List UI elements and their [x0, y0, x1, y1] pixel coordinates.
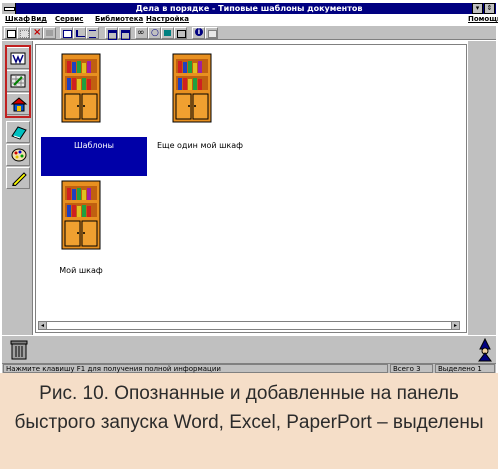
- bookcase-icon: [172, 53, 212, 123]
- minimize-button[interactable]: ▾: [472, 3, 483, 14]
- horizontal-scrollbar[interactable]: ◂ ▸: [38, 321, 460, 330]
- quick-launch-panel: [2, 41, 33, 335]
- search-tool[interactable]: ○: [148, 27, 161, 39]
- status-selected: Выделено 1: [435, 364, 495, 373]
- menu-cabinet[interactable]: Шкаф: [5, 14, 30, 25]
- quick-launch-notebook[interactable]: [6, 121, 30, 143]
- pen-icon: [12, 172, 27, 186]
- bottom-bar: [2, 335, 496, 363]
- cabinet-templates[interactable]: Шаблоны: [36, 53, 152, 163]
- figure-caption-box: Рис. 10. Опознанные и добавленные на пан…: [0, 373, 498, 469]
- cabinet-area: Шаблоны Еще один мой шкаф Мой шкаф ◂ ▸: [35, 44, 467, 333]
- split-window-tool[interactable]: [118, 27, 131, 40]
- palette-icon: [11, 148, 27, 162]
- bookcase-icon: [61, 53, 101, 123]
- export-tool[interactable]: [174, 27, 187, 39]
- binoculars-icon: ∞: [137, 28, 145, 38]
- delete-icon: ×: [33, 27, 42, 38]
- figure-caption: Рис. 10. Опознанные и добавленные на пан…: [14, 383, 484, 433]
- status-hint: Нажмите клавишу F1 для получения полной …: [3, 364, 388, 373]
- new-doc-tool[interactable]: [4, 27, 17, 39]
- menu-view[interactable]: Вид: [31, 14, 47, 25]
- tree-view-tool[interactable]: [73, 27, 86, 39]
- cabinet-view-tool[interactable]: [60, 27, 73, 39]
- cabinet-label: Мой шкаф: [59, 266, 103, 275]
- delete-tool[interactable]: ×: [30, 27, 43, 39]
- restore-button[interactable]: ⇕: [484, 3, 495, 14]
- window-title: Дела в порядке - Типовые шаблоны докумен…: [135, 4, 363, 13]
- cabinet-label: Еще один мой шкаф: [156, 141, 244, 150]
- list-view-tool[interactable]: [86, 27, 99, 39]
- wizard-icon[interactable]: [476, 338, 494, 362]
- scroll-right-arrow[interactable]: ▸: [451, 321, 460, 330]
- notebook-icon: [11, 126, 27, 140]
- info-icon: i: [195, 28, 203, 36]
- menu-library[interactable]: Библиотека: [95, 14, 143, 25]
- toolbar: × ∞ ○ i: [2, 25, 496, 40]
- quick-launch-pen[interactable]: [6, 167, 30, 189]
- status-bar: Нажмите клавишу F1 для получения полной …: [2, 363, 496, 373]
- image-tool[interactable]: [161, 27, 174, 39]
- trash-icon[interactable]: [10, 339, 28, 361]
- menu-service[interactable]: Сервис: [55, 14, 83, 25]
- highlight-frame: [5, 45, 31, 118]
- cabinet-another[interactable]: Еще один мой шкаф: [150, 53, 250, 163]
- menu-bar: Шкаф Вид Сервис Библиотека Настройка Пом…: [2, 14, 498, 25]
- grid-tool[interactable]: [205, 27, 218, 39]
- status-total: Всего 3: [390, 364, 433, 373]
- properties-tool[interactable]: [43, 27, 56, 39]
- search-icon: ○: [151, 28, 159, 38]
- title-bar: Дела в порядке - Типовые шаблоны докумен…: [2, 3, 496, 14]
- scroll-left-arrow[interactable]: ◂: [38, 321, 47, 330]
- cabinet-mine[interactable]: Мой шкаф: [41, 180, 121, 280]
- bookcase-icon: [61, 180, 101, 250]
- menu-help[interactable]: Помощь: [468, 14, 498, 25]
- cabinet-label: Шаблоны: [74, 141, 114, 150]
- system-menu-button[interactable]: [2, 3, 16, 14]
- info-tool[interactable]: i: [192, 27, 205, 39]
- right-panel: [468, 41, 496, 335]
- copy-tool[interactable]: [17, 27, 30, 39]
- quick-launch-palette[interactable]: [6, 144, 30, 166]
- binoculars-tool[interactable]: ∞: [135, 27, 148, 39]
- window-tool[interactable]: [105, 27, 118, 40]
- menu-settings[interactable]: Настройка: [146, 14, 189, 25]
